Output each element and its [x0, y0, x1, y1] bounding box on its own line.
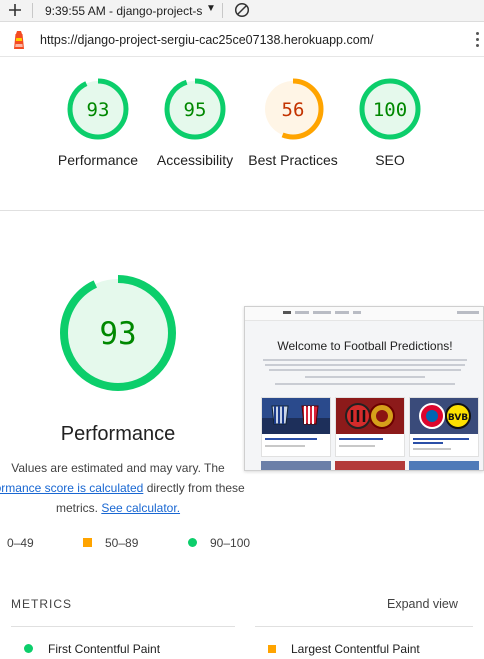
legend-fail-range: 0–49	[7, 536, 34, 550]
plus-icon[interactable]	[6, 1, 24, 19]
desc-text: metrics.	[55, 501, 98, 515]
svg-text:BVB: BVB	[448, 413, 468, 423]
metric-label: First Contentful Paint	[48, 642, 161, 656]
metric-divider	[11, 626, 235, 627]
performance-title: Performance	[60, 423, 176, 445]
toolbar-separator	[222, 3, 223, 18]
pass-circle-icon	[188, 538, 197, 547]
legend-average: 50–89	[83, 536, 138, 550]
gauge-graphic: 100	[359, 78, 421, 140]
toolbar-separator	[32, 3, 33, 18]
devtools-toolbar: 9:39:55 AM - django-project-s ▼	[0, 0, 484, 22]
legend-pass: 90–100	[188, 536, 250, 550]
thumb-navbar	[245, 307, 483, 321]
metric-largest-contentful-paint: Largest Contentful Paint	[268, 642, 420, 656]
score-description: Values are estimated and may vary. The f…	[0, 458, 256, 518]
gauge-score: 93	[87, 99, 110, 121]
final-screenshot[interactable]: Welcome to Football Predictions! BVB	[244, 306, 484, 471]
pass-circle-icon	[24, 644, 33, 653]
average-square-icon	[268, 645, 276, 653]
score-gauge-3[interactable]: 100 SEO	[335, 76, 445, 168]
score-calculated-link[interactable]: formance score is calculated	[0, 481, 143, 495]
gauge-graphic: 95	[164, 78, 226, 140]
tested-url[interactable]: https://django-project-sergiu-cac25ce071…	[40, 33, 374, 47]
score-gauge-1[interactable]: 95 Accessibility	[140, 76, 250, 168]
url-bar: https://django-project-sergiu-cac25ce071…	[0, 23, 484, 57]
gauge-label: Performance	[57, 152, 139, 168]
metrics-heading: METRICS	[11, 597, 72, 611]
gauge-label: Best Practices	[248, 152, 338, 168]
gauge-label: SEO	[375, 152, 405, 168]
see-calculator-link[interactable]: See calculator.	[101, 501, 180, 515]
desc-text: Values are estimated and may vary. The	[11, 461, 225, 475]
report-selector[interactable]: 9:39:55 AM - django-project-s	[45, 4, 202, 18]
gauge-graphic: 56	[262, 78, 324, 140]
metric-first-contentful-paint: First Contentful Paint	[24, 642, 160, 656]
desc-text: directly from these	[146, 481, 245, 495]
thumb-card: BVB	[409, 397, 479, 457]
thumb-title: Welcome to Football Predictions!	[277, 339, 453, 353]
legend-fail: 0–49	[7, 536, 34, 550]
score-gauge-2[interactable]: 56 Best Practices	[238, 76, 348, 168]
metric-label: Largest Contentful Paint	[291, 642, 420, 656]
average-square-icon	[83, 538, 92, 547]
gauge-score: 56	[282, 99, 305, 121]
lighthouse-icon	[14, 31, 24, 49]
gauge-graphic: 93	[67, 78, 129, 140]
thumb-card	[261, 397, 331, 457]
gauge-label: Accessibility	[156, 152, 234, 168]
clear-block-icon[interactable]	[234, 2, 250, 18]
legend-pass-range: 90–100	[210, 536, 251, 550]
dropdown-caret-icon[interactable]: ▼	[206, 3, 216, 14]
performance-main-gauge: 93	[58, 273, 178, 393]
legend-average-range: 50–89	[105, 536, 139, 550]
expand-view-toggle[interactable]: Expand view	[387, 597, 458, 611]
thumb-card	[335, 397, 405, 457]
metric-divider	[255, 626, 473, 627]
score-gauge-0[interactable]: 93 Performance	[43, 76, 153, 168]
gauge-score: 100	[373, 99, 407, 121]
gauge-score: 93	[99, 316, 136, 352]
gauge-score: 95	[184, 99, 207, 121]
section-divider	[0, 210, 484, 211]
more-vert-icon[interactable]	[476, 32, 480, 48]
